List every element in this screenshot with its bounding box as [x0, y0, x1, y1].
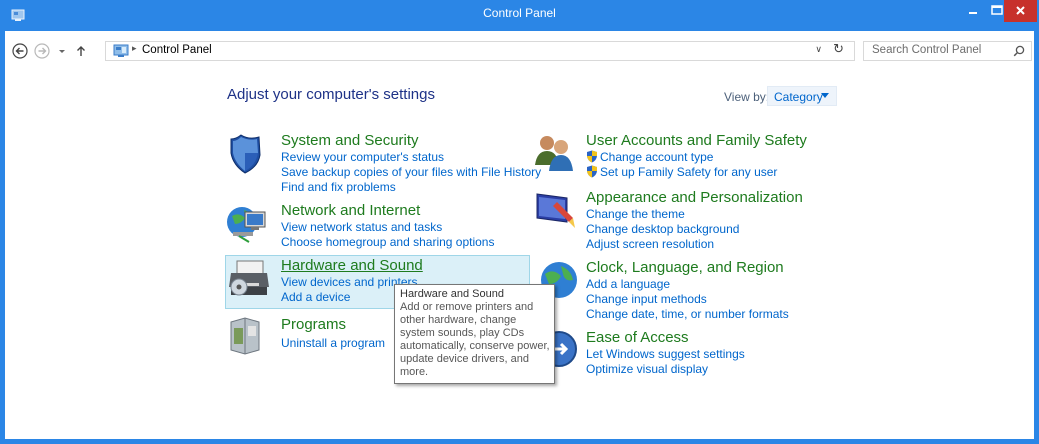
category-title-user-accounts[interactable]: User Accounts and Family Safety [586, 132, 807, 149]
user-accounts-icon[interactable] [533, 131, 577, 175]
close-icon [1016, 6, 1025, 15]
back-arrow-icon[interactable] [12, 43, 28, 59]
link-uninstall-program[interactable]: Uninstall a program [281, 336, 385, 350]
control-panel-icon [113, 44, 129, 57]
link-add-language[interactable]: Add a language [586, 277, 670, 291]
programs-box-icon[interactable] [225, 314, 269, 358]
address-bar[interactable]: ▸ Control Panel ∨ ↻ [105, 41, 855, 61]
link-windows-suggest[interactable]: Let Windows suggest settings [586, 347, 745, 361]
link-family-safety[interactable]: Set up Family Safety for any user [600, 165, 777, 179]
category-title-network-internet[interactable]: Network and Internet [281, 202, 420, 219]
dropdown-arrow-icon [821, 93, 829, 98]
link-input-methods[interactable]: Change input methods [586, 292, 707, 306]
link-desktop-background[interactable]: Change desktop background [586, 222, 739, 236]
main-content: Adjust your computer's settings View by:… [5, 71, 1034, 444]
category-title-hardware-sound[interactable]: Hardware and Sound [281, 257, 423, 274]
link-optimize-display[interactable]: Optimize visual display [586, 362, 708, 376]
search-input[interactable]: Search Control Panel [863, 41, 1032, 61]
link-add-device[interactable]: Add a device [281, 290, 350, 304]
category-title-clock-region[interactable]: Clock, Language, and Region [586, 259, 784, 276]
link-homegroup-sharing[interactable]: Choose homegroup and sharing options [281, 235, 494, 249]
network-globe-icon[interactable] [225, 202, 269, 246]
view-by-label: View by: [724, 90, 770, 104]
control-panel-window: Control Panel ▸ Control Panel ∨ ↻ Search… [0, 0, 1039, 444]
close-button[interactable] [1004, 0, 1037, 22]
tooltip-title: Hardware and Sound [400, 288, 504, 300]
category-title-programs[interactable]: Programs [281, 316, 346, 333]
link-screen-resolution[interactable]: Adjust screen resolution [586, 237, 714, 251]
link-date-time-formats[interactable]: Change date, time, or number formats [586, 307, 789, 321]
chevron-down-icon[interactable] [54, 43, 70, 59]
security-shield-icon[interactable] [227, 131, 271, 175]
category-title-ease-access[interactable]: Ease of Access [586, 329, 689, 346]
appearance-monitor-icon[interactable] [533, 188, 577, 232]
title-bar[interactable]: Control Panel [5, 0, 1037, 31]
forward-arrow-icon[interactable] [34, 43, 50, 59]
uac-shield-icon [587, 150, 597, 163]
search-icon[interactable] [1013, 45, 1025, 57]
window-title: Control Panel [483, 6, 556, 20]
link-change-theme[interactable]: Change the theme [586, 207, 685, 221]
search-placeholder: Search Control Panel [872, 44, 982, 56]
up-arrow-icon[interactable] [73, 43, 89, 59]
breadcrumb-separator[interactable]: ▸ [132, 44, 137, 54]
category-title-appearance[interactable]: Appearance and Personalization [586, 189, 803, 206]
breadcrumb-control-panel[interactable]: Control Panel [142, 44, 212, 56]
hardware-sound-tooltip: Hardware and Sound Add or remove printer… [394, 284, 555, 384]
view-by-value: Category [774, 90, 823, 104]
link-network-status[interactable]: View network status and tasks [281, 220, 442, 234]
uac-shield-icon [587, 165, 597, 178]
tooltip-body: Add or remove printers and other hardwar… [400, 301, 550, 378]
category-title-system-security[interactable]: System and Security [281, 132, 419, 149]
link-find-fix-problems[interactable]: Find and fix problems [281, 180, 396, 194]
link-file-history[interactable]: Save backup copies of your files with Fi… [281, 165, 541, 179]
link-change-account-type[interactable]: Change account type [600, 150, 713, 164]
hardware-printer-icon[interactable] [227, 257, 271, 301]
refresh-icon[interactable]: ↻ [833, 42, 844, 57]
link-review-status[interactable]: Review your computer's status [281, 150, 444, 164]
navigation-bar: ▸ Control Panel ∨ ↻ Search Control Panel [5, 31, 1034, 71]
address-dropdown-icon[interactable]: ∨ [815, 45, 822, 55]
page-title: Adjust your computer's settings [227, 86, 435, 103]
view-by-dropdown[interactable]: Category [767, 86, 837, 106]
